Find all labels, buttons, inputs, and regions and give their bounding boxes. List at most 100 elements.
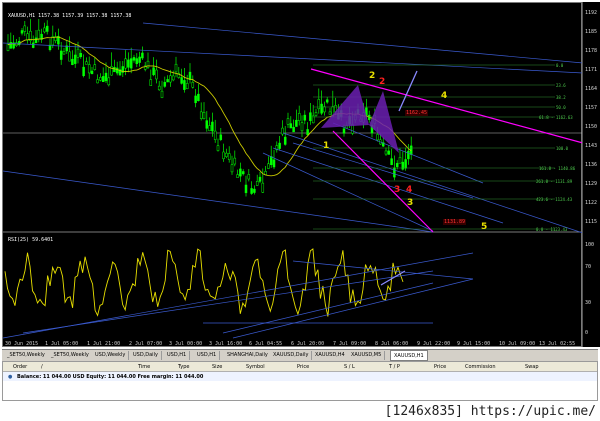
candle-body (115, 67, 119, 74)
column-header[interactable]: Price (434, 364, 446, 370)
fib-level-label: 61.8 - 1162.63 (539, 115, 573, 120)
tab-shanghai-daily[interactable]: SHANGHAI,Daily (224, 351, 272, 360)
price-tick: 1171 (585, 67, 598, 73)
candle-body (68, 51, 71, 62)
candle-body (230, 164, 234, 173)
candle-body (216, 145, 220, 151)
column-header[interactable]: Swap (525, 364, 539, 370)
candle-body (387, 150, 391, 155)
candle-body (76, 48, 80, 58)
tab-xauusd-daily[interactable]: XAUUSD,Daily (270, 351, 313, 360)
candle-body (272, 159, 276, 168)
candle-body (152, 67, 155, 76)
candle-body (90, 70, 94, 75)
rsi-tick: 0 (585, 330, 589, 336)
price-scale[interactable]: 1192 1185 1178 1171 1164 1157 1150 1143 … (582, 2, 600, 347)
time-label: 1 Jul 05:00 (45, 341, 79, 347)
column-header[interactable]: Order (13, 364, 27, 370)
chart-window[interactable]: XAUUSD,H1 1157.38 1157.39 1157.38 1157.3… (2, 2, 583, 348)
price-tick: 1164 (585, 86, 598, 92)
candle-body (306, 129, 309, 136)
candle-body (107, 77, 111, 86)
candle-body (185, 83, 189, 90)
candle-body (87, 64, 91, 74)
tab-xauusd-m5[interactable]: XAUUSD,M5 (348, 351, 386, 360)
candle-body (407, 150, 410, 160)
time-label: 10 Jul 09:00 (499, 341, 536, 347)
candle-body (247, 174, 251, 180)
column-header[interactable]: Size (212, 364, 222, 370)
wave-label-4-red: 4 (406, 185, 413, 195)
candle-body (390, 158, 393, 165)
tab-usd-daily[interactable]: USD,Daily (130, 351, 162, 360)
rsi-trend-line (222, 282, 434, 334)
candle-body (325, 99, 329, 103)
fib-level-label: 0.0 (556, 63, 564, 68)
candle-body (183, 80, 186, 90)
fib-level-label: 161.8 - 1140.86 (539, 166, 576, 171)
time-label: 13 Jul 02:55 (539, 341, 576, 347)
tab-xauusd-h1[interactable]: XAUUSD,H1 (390, 350, 428, 361)
candle-body (395, 163, 399, 167)
candle-body (205, 120, 209, 129)
price-tick: 1178 (585, 48, 598, 54)
time-label: 6 Jul 04:55 (249, 341, 283, 347)
candle-body (194, 95, 197, 104)
tab-usd-h1[interactable]: USD,H1 (164, 351, 191, 360)
column-header[interactable]: Time (138, 364, 150, 370)
price-tick: 1150 (585, 124, 598, 130)
column-header[interactable]: Symbol (246, 364, 265, 370)
tab-set50-weekly[interactable]: _SET50,Weekly (4, 351, 49, 360)
candle-body (132, 57, 136, 61)
candle-body (93, 64, 97, 70)
candle-body (157, 85, 161, 91)
wave-label-4: 4 (441, 91, 448, 101)
candle-body (309, 112, 312, 122)
watermark-text: [1246x835] https://upic.me/ (384, 404, 596, 419)
time-label: 2 Jul 07:00 (129, 341, 163, 347)
column-header[interactable]: / (41, 364, 43, 370)
candle-body (269, 156, 273, 165)
column-header[interactable]: S / L (344, 364, 355, 370)
harmonic-pattern-left (321, 85, 369, 128)
tab-xauusd-h4[interactable]: XAUUSD,H4 (312, 351, 349, 360)
candle-body (160, 90, 164, 98)
trend-line (142, 22, 583, 64)
candle-body (255, 181, 259, 186)
chart-tab-bar: _SET50,Weekly _SET50,Weekly USD,Weekly U… (2, 349, 598, 361)
tab-set50-weekly-2[interactable]: _SET50,Weekly (48, 351, 93, 360)
column-header[interactable]: Type (178, 364, 189, 370)
candle-body (20, 30, 24, 34)
candle-body (213, 130, 217, 140)
candle-body (398, 157, 402, 164)
wave-label-2: 2 (369, 71, 376, 81)
wave-label-2-red: 2 (379, 77, 386, 87)
price-chart-canvas[interactable] (3, 3, 583, 348)
price-tag-1: 1162.45 (405, 110, 429, 116)
candle-body (174, 63, 178, 73)
candle-body (23, 25, 27, 32)
candle-body (261, 182, 265, 193)
candle-body (283, 136, 287, 145)
column-header[interactable]: Commission (465, 364, 496, 370)
rsi-tick: 30 (585, 300, 592, 306)
time-label: 9 Jul 22:00 (417, 341, 451, 347)
tab-usd-h1-2[interactable]: USD,H1 (194, 351, 221, 360)
symbol-ohlc-label: XAUUSD,H1 1157.38 1157.39 1157.38 1157.3… (8, 13, 132, 19)
candle-body (79, 53, 83, 58)
time-label: 7 Jul 09:00 (333, 341, 367, 347)
balance-row[interactable]: ● Balance: 11 044.00 USD Equity: 11 044.… (3, 372, 597, 381)
candle-body (155, 69, 158, 80)
candle-body (101, 76, 105, 83)
candle-body (71, 58, 74, 65)
candle-body (323, 106, 326, 113)
tab-usd-weekly[interactable]: USD,Weekly (92, 351, 130, 360)
column-header[interactable]: T / P (389, 364, 400, 370)
candle-body (376, 134, 379, 141)
candle-body (250, 188, 253, 194)
candle-body (227, 153, 231, 160)
terminal-header: Order / Time Type Size Symbol Price S / … (3, 362, 597, 372)
candle-body (292, 126, 295, 133)
candle-body (295, 119, 298, 127)
column-header[interactable]: Price (297, 364, 309, 370)
